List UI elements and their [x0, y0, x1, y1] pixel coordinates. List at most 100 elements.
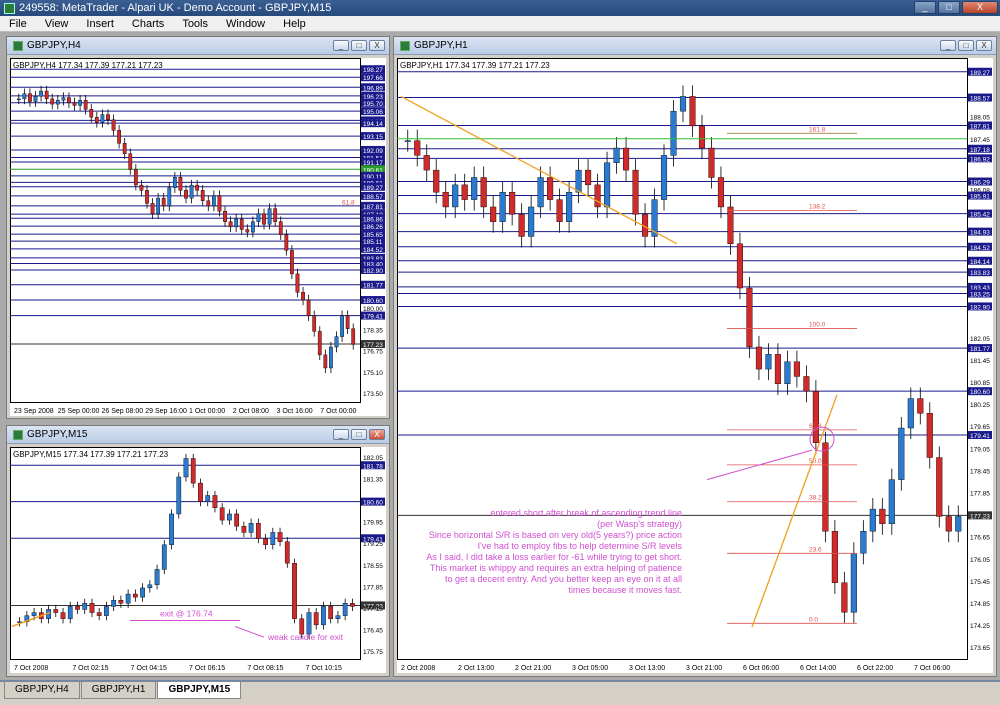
- price-label: 187.81: [363, 204, 383, 211]
- fib-label: 138.2: [809, 204, 826, 211]
- time-label: 6 Oct 14:00: [800, 665, 836, 672]
- candle-body: [774, 354, 781, 385]
- fib-label: 61.8: [342, 200, 355, 207]
- candle-body: [227, 513, 232, 521]
- candle-body: [321, 606, 326, 626]
- close-button[interactable]: X: [962, 1, 998, 14]
- menu-insert[interactable]: Insert: [77, 18, 123, 30]
- candle-body: [323, 354, 328, 369]
- chart-window-h4[interactable]: GBPJPY,H4 _ □ X GBPJPY,H4 177.34 177.39 …: [6, 36, 390, 419]
- time-label: 7 Oct 06:15: [189, 665, 225, 672]
- chart-close-button[interactable]: X: [976, 40, 992, 51]
- candle-body: [907, 398, 914, 429]
- price-label: 180.60: [363, 500, 383, 507]
- candle-body: [248, 522, 254, 533]
- candle-body: [190, 458, 196, 484]
- menu-window[interactable]: Window: [217, 18, 274, 30]
- chart-minimize-button[interactable]: _: [333, 429, 349, 440]
- candle-body: [189, 184, 194, 199]
- price-label: 182.90: [363, 268, 383, 275]
- chart-caption-h4[interactable]: GBPJPY,H4 _ □ X: [7, 37, 389, 55]
- chart-close-button[interactable]: X: [369, 40, 385, 51]
- candle-body: [278, 221, 283, 235]
- chart-maximize-button[interactable]: □: [351, 429, 367, 440]
- price-label: 181.35: [363, 477, 383, 484]
- candle-body: [698, 125, 706, 149]
- price-label: 176.65: [970, 535, 990, 542]
- price-label: 197.66: [363, 75, 383, 82]
- chart-caption-h1[interactable]: GBPJPY,H1 _ □ X: [394, 37, 996, 55]
- price-label: 196.89: [363, 85, 383, 92]
- tab-gbpjpy-m15[interactable]: GBPJPY,M15: [157, 682, 242, 699]
- chart-window-h1[interactable]: GBPJPY,H1 _ □ X GBPJPY,H1 177.34 177.39 …: [393, 36, 997, 677]
- chart-tabs: GBPJPY,H4 GBPJPY,H1 GBPJPY,M15: [0, 681, 1000, 705]
- metatrader-icon: [4, 2, 15, 14]
- candle-body: [404, 140, 411, 142]
- candle-body: [198, 482, 203, 502]
- price-label: 185.91: [970, 194, 990, 201]
- chart-plot-m15[interactable]: GBPJPY,M15 177.34 177.39 177.21 177.23 18…: [10, 447, 386, 673]
- menu-tools[interactable]: Tools: [173, 18, 217, 30]
- candle-body: [122, 143, 127, 154]
- candle-body: [263, 538, 268, 545]
- time-label: 6 Oct 22:00: [857, 665, 893, 672]
- candle-body: [509, 192, 516, 215]
- chart-plot-h1[interactable]: GBPJPY,H1 177.34 177.39 177.21 177.23 189…: [397, 58, 993, 673]
- chart-maximize-button[interactable]: □: [958, 40, 974, 51]
- menu-view[interactable]: View: [36, 18, 78, 30]
- price-label: 182.05: [363, 455, 383, 462]
- candle-body: [765, 354, 772, 370]
- trade-note-line: (per Wasp's strategy): [597, 519, 682, 529]
- candle-body: [140, 587, 145, 598]
- candle-body: [822, 442, 829, 532]
- candle-body: [594, 184, 601, 208]
- tab-gbpjpy-h1[interactable]: GBPJPY,H1: [80, 682, 157, 699]
- time-label: 3 Oct 05:00: [572, 665, 608, 672]
- price-label: 180.60: [970, 389, 990, 396]
- candle-body: [172, 177, 177, 188]
- candle-body: [831, 530, 838, 583]
- candle-body: [205, 495, 211, 502]
- price-label: 174.25: [970, 623, 990, 630]
- candle-body: [433, 169, 440, 193]
- candle-body: [147, 584, 153, 589]
- candle-body: [850, 553, 857, 613]
- chart-icon: [13, 429, 23, 440]
- chart-caption-m15[interactable]: GBPJPY,M15 _ □ X: [7, 426, 389, 444]
- chart-window-m15[interactable]: GBPJPY,M15 _ □ X GBPJPY,M15 177.34 177.3…: [6, 425, 390, 677]
- candle-body: [277, 532, 283, 542]
- candle-body: [869, 508, 876, 532]
- candle-body: [161, 544, 167, 570]
- menu-help[interactable]: Help: [274, 18, 315, 30]
- price-label: 189.27: [363, 185, 383, 192]
- menu-charts[interactable]: Charts: [123, 18, 173, 30]
- candle-body: [82, 603, 88, 610]
- candle-body: [547, 177, 554, 200]
- price-label: 182.90: [970, 304, 990, 311]
- chart-minimize-button[interactable]: _: [333, 40, 349, 51]
- candle-body: [335, 615, 341, 619]
- price-label: 177.85: [970, 491, 990, 498]
- price-label: 179.41: [970, 433, 990, 440]
- price-label: 181.78: [363, 463, 383, 470]
- tab-gbpjpy-h4[interactable]: GBPJPY,H4: [4, 682, 80, 699]
- chart-close-button[interactable]: X: [369, 429, 385, 440]
- candle-body: [442, 192, 449, 208]
- chart-plot-h4[interactable]: GBPJPY,H4 177.34 177.39 177.21 177.23 198…: [10, 58, 386, 416]
- candle-body: [708, 147, 715, 178]
- price-label: 198.27: [363, 67, 383, 74]
- app-titlebar: 249558: MetaTrader - Alpari UK - Demo Ac…: [0, 0, 1000, 16]
- candle-body: [917, 398, 924, 414]
- chart-maximize-button[interactable]: □: [351, 40, 367, 51]
- price-label: 188.57: [363, 194, 383, 201]
- minimize-button[interactable]: _: [914, 1, 936, 14]
- price-label: 181.77: [363, 283, 383, 290]
- price-label: 195.06: [363, 109, 383, 116]
- menu-file[interactable]: File: [0, 18, 36, 30]
- candle-body: [39, 90, 43, 97]
- chart-minimize-button[interactable]: _: [940, 40, 956, 51]
- maximize-button[interactable]: □: [938, 1, 960, 14]
- candle-body: [241, 526, 247, 533]
- candle-body: [234, 218, 239, 228]
- candle-body: [329, 346, 333, 369]
